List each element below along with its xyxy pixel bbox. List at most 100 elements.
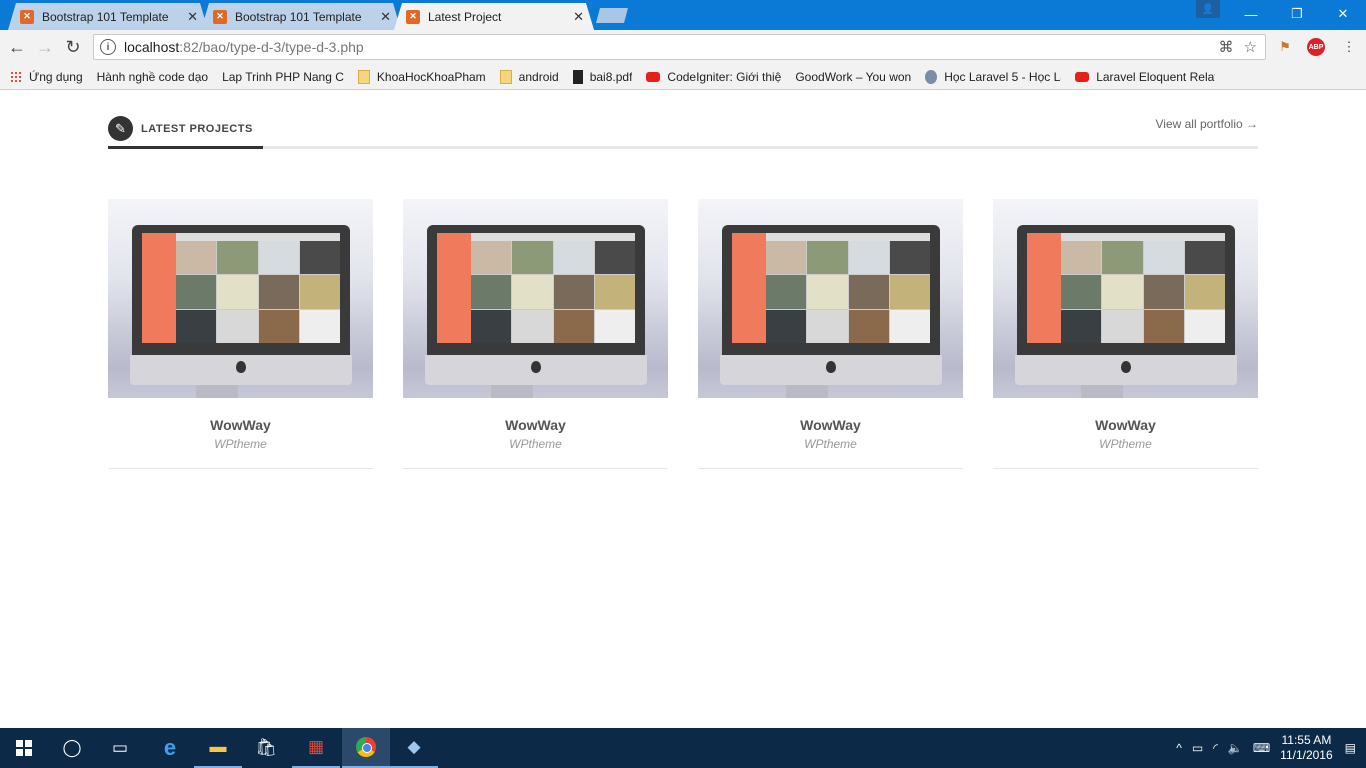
store-icon[interactable]: 🛍 (242, 728, 290, 768)
imac-image (130, 225, 352, 385)
bookmark-item[interactable]: android (499, 69, 559, 84)
section-title: LATEST PROJECTS (141, 122, 253, 135)
wifi-icon[interactable]: ◜ (1213, 741, 1218, 755)
bookmark-apps[interactable]: Ứng dụng (10, 70, 83, 84)
browser-tab[interactable]: ✕ Bootstrap 101 Template ✕ (8, 3, 208, 30)
youtube-icon (1075, 71, 1090, 82)
chrome-taskbar-button[interactable] (342, 728, 390, 768)
virtualbox-icon[interactable]: ◆ (390, 728, 438, 768)
bookmark-label: android (518, 69, 559, 84)
project-title[interactable]: WowWay (108, 417, 373, 433)
xampp-icon: ✕ (406, 10, 420, 24)
xampp-icon: ✕ (20, 10, 34, 24)
project-card[interactable]: WowWay WPtheme (993, 199, 1258, 469)
bookmark-item[interactable]: GoodWork – You won (0, 69, 912, 169)
bookmark-item[interactable]: bai8.pdf (572, 69, 633, 84)
reload-icon[interactable]: ↻ (62, 36, 84, 58)
translate-icon[interactable]: ⌘ (1219, 38, 1234, 56)
profile-icon[interactable]: 👤 (1196, 0, 1220, 18)
windows-taskbar: ◯ ▭ e ▬ 🛍 ▦ ◆ ^ ▭ ◜ 🔈 ⌨ 11:55 AM 11/1/20… (0, 728, 1366, 768)
bookmark-label: Học Laravel 5 - Học La (944, 69, 1062, 84)
folder-icon (499, 69, 512, 84)
gear-icon (925, 69, 938, 84)
project-card[interactable]: WowWay WPtheme (403, 199, 668, 469)
project-thumbnail[interactable] (698, 199, 963, 398)
app-icon[interactable]: ▦ (292, 728, 340, 768)
new-tab-button[interactable] (596, 8, 628, 23)
bookmark-label: Laravel Eloquent Relat (1096, 69, 1216, 84)
browser-tab-active[interactable]: ✕ Latest Project ✕ (394, 3, 594, 30)
url-host: localhost (124, 39, 180, 55)
project-subtitle: WPtheme (214, 437, 267, 451)
apple-logo-icon (1121, 361, 1131, 373)
start-button[interactable] (0, 728, 48, 768)
apple-logo-icon (826, 361, 836, 373)
close-tab-icon[interactable]: ✕ (573, 9, 584, 25)
bookmark-label: Hành nghề code dạo (96, 69, 209, 84)
project-subtitle: WPtheme (1099, 437, 1152, 451)
show-hidden-icons-icon[interactable]: ^ (1176, 741, 1182, 755)
date-text: 11/1/2016 (1280, 748, 1333, 762)
close-window-button[interactable]: ✕ (1320, 0, 1366, 28)
info-icon[interactable]: i (100, 39, 116, 55)
project-thumbnail[interactable] (108, 199, 373, 398)
adblock-icon[interactable]: ABP (1307, 38, 1325, 56)
extension-icon[interactable]: ⚑ (1276, 38, 1294, 56)
back-icon[interactable]: ← (6, 36, 28, 58)
project-title[interactable]: WowWay (993, 417, 1258, 433)
file-explorer-icon[interactable]: ▬ (194, 728, 242, 768)
bookmarks-bar: Ứng dụng Hành nghề code dạo Lap Trinh PH… (0, 64, 1366, 169)
browser-toolbar: ← → ↻ i localhost:82/bao/type-d-3/type-d… (0, 30, 1366, 64)
project-thumbnail[interactable] (993, 199, 1258, 398)
system-tray: ^ ▭ ◜ 🔈 ⌨ 11:55 AM 11/1/2016 ▤ (1176, 728, 1366, 768)
bookmark-label: bai8.pdf (589, 69, 633, 84)
project-card[interactable]: WowWay WPtheme (698, 199, 963, 469)
forward-icon[interactable]: → (34, 36, 56, 58)
apps-icon (10, 70, 22, 83)
search-icon[interactable]: ◯ (48, 728, 96, 768)
bookmark-label: KhoaHocKhoaPham (376, 69, 486, 84)
view-all-portfolio-link[interactable]: View all portfolio → (1156, 117, 1259, 131)
bookmark-item[interactable]: KhoaHocKhoaPham (357, 69, 486, 84)
apple-logo-icon (531, 361, 541, 373)
project-subtitle: WPtheme (804, 437, 857, 451)
project-thumbnail[interactable] (403, 199, 668, 398)
tab-title: Bootstrap 101 Template (42, 9, 169, 24)
close-tab-icon[interactable]: ✕ (380, 9, 391, 25)
volume-icon[interactable]: 🔈 (1228, 741, 1243, 755)
close-tab-icon[interactable]: ✕ (187, 9, 198, 25)
tab-title: Bootstrap 101 Template (235, 9, 362, 24)
bookmark-item[interactable]: Lap Trinh PHP Nang C (0, 69, 344, 169)
project-title[interactable]: WowWay (403, 417, 668, 433)
page-content: ✎ LATEST PROJECTS View all portfolio → W… (0, 91, 1366, 728)
browser-tab[interactable]: ✕ Bootstrap 101 Template ✕ (201, 3, 401, 30)
address-bar[interactable]: i localhost:82/bao/type-d-3/type-d-3.php… (93, 34, 1266, 60)
bookmark-label: Lap Trinh PHP Nang C (222, 69, 344, 84)
bookmark-star-icon[interactable]: ☆ (1244, 38, 1257, 56)
menu-icon[interactable]: ⋮ (1340, 38, 1358, 56)
url-path: :82/bao/type-d-3/type-d-3.php (179, 39, 364, 55)
section-title-block: ✎ LATEST PROJECTS (108, 111, 263, 149)
bookmark-item[interactable]: CodeIgniter: Giới thiệ (646, 70, 781, 84)
project-card[interactable]: WowWay WPtheme (108, 199, 373, 469)
bookmark-label: GoodWork – You won (795, 69, 912, 84)
imac-image (1015, 225, 1237, 385)
task-view-icon[interactable]: ▭ (96, 728, 144, 768)
bookmark-item[interactable]: Học Laravel 5 - Học La (925, 69, 1062, 84)
windows-icon (16, 740, 32, 756)
chrome-icon (356, 737, 376, 757)
apple-logo-icon (236, 361, 246, 373)
project-title[interactable]: WowWay (698, 417, 963, 433)
bookmark-item[interactable]: Laravel Eloquent Relat (1075, 70, 1215, 84)
notifications-icon[interactable]: ▤ (1345, 741, 1356, 755)
bookmark-item[interactable]: Hành nghề code dạo (0, 69, 209, 169)
tab-strip: ✕ Bootstrap 101 Template ✕ ✕ Bootstrap 1… (0, 0, 1366, 30)
edge-icon[interactable]: e (146, 728, 194, 768)
restore-button[interactable]: ❐ (1274, 0, 1320, 28)
keyboard-icon[interactable]: ⌨ (1253, 741, 1270, 755)
imac-image (425, 225, 647, 385)
pdf-icon (572, 69, 583, 84)
clock[interactable]: 11:55 AM 11/1/2016 (1280, 733, 1333, 763)
minimize-button[interactable]: — (1228, 0, 1274, 28)
battery-icon[interactable]: ▭ (1192, 741, 1203, 755)
